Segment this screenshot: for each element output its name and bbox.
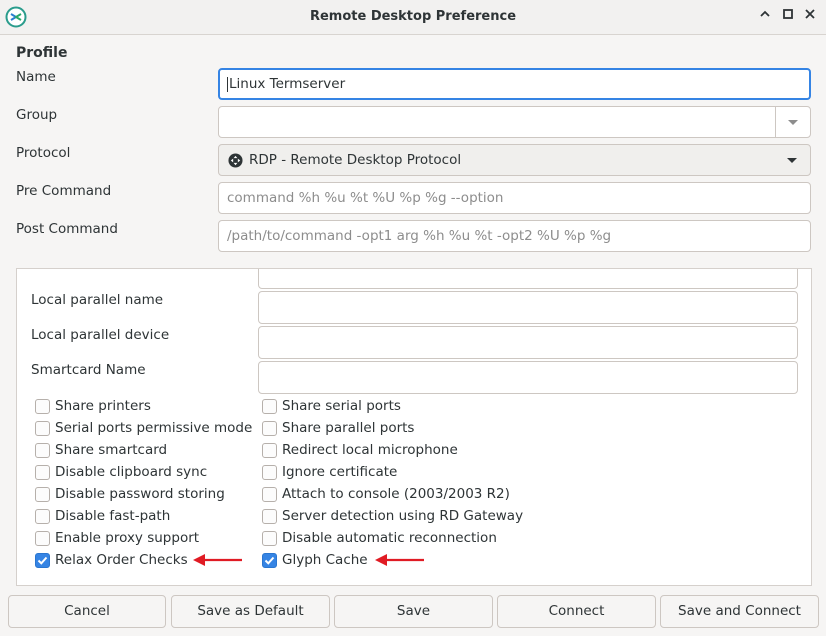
option-label: Attach to console (2003/2003 R2): [282, 486, 510, 502]
clipped-input[interactable]: [258, 269, 798, 289]
checkmark-icon: [264, 556, 275, 565]
checkbox-checked[interactable]: [262, 553, 277, 568]
title-bar: Remote Desktop Preference: [0, 0, 826, 35]
option-label: Share smartcard: [55, 442, 168, 458]
group-label: Group: [16, 107, 58, 123]
name-input-value: Linux Termserver: [229, 76, 346, 92]
protocol-dropdown[interactable]: RDP - Remote Desktop Protocol: [218, 144, 811, 176]
checkbox-checked[interactable]: [35, 553, 50, 568]
window-title: Remote Desktop Preference: [309, 9, 517, 24]
protocol-label: Protocol: [16, 145, 71, 161]
smartcard-name-label: Smartcard Name: [31, 362, 146, 378]
checkbox[interactable]: [35, 465, 50, 480]
protocol-dropdown-value: RDP - Remote Desktop Protocol: [249, 152, 462, 168]
chevron-down-icon: [788, 120, 798, 125]
connect-button[interactable]: Connect: [497, 595, 656, 628]
checkbox[interactable]: [262, 487, 277, 502]
close-icon[interactable]: [801, 8, 819, 26]
name-label: Name: [16, 69, 56, 85]
pre-command-input[interactable]: command %h %u %t %U %p %g --option: [218, 182, 811, 214]
option-label: Disable password storing: [55, 486, 225, 502]
group-dropdown-button[interactable]: [775, 107, 810, 137]
maximize-icon[interactable]: [779, 8, 797, 26]
option-label: Server detection using RD Gateway: [282, 508, 524, 524]
minimize-icon[interactable]: [756, 8, 774, 26]
checkbox[interactable]: [262, 465, 277, 480]
annotation-arrow-icon: [375, 554, 424, 566]
option-label: Glyph Cache: [282, 552, 368, 568]
option-label: Disable clipboard sync: [55, 464, 208, 480]
pre-command-label: Pre Command: [16, 183, 112, 199]
cancel-button[interactable]: Cancel: [8, 595, 166, 628]
option-label: Redirect local microphone: [282, 442, 458, 458]
option-label: Serial ports permissive mode: [55, 420, 253, 436]
checkmark-icon: [37, 556, 48, 565]
post-command-label: Post Command: [16, 221, 118, 237]
checkbox[interactable]: [35, 487, 50, 502]
option-label: Share parallel ports: [282, 420, 415, 436]
checkbox[interactable]: [35, 399, 50, 414]
option-label: Disable fast-path: [55, 508, 171, 524]
pre-command-placeholder: command %h %u %t %U %p %g --option: [227, 190, 504, 206]
save-and-connect-button[interactable]: Save and Connect: [660, 595, 819, 628]
chevron-down-icon: [787, 158, 797, 163]
checkbox[interactable]: [35, 443, 50, 458]
option-label: Share printers: [55, 398, 151, 414]
checkbox[interactable]: [35, 509, 50, 524]
name-input[interactable]: Linux Termserver: [218, 68, 811, 100]
option-label: Ignore certificate: [282, 464, 398, 480]
profile-section-title: Profile: [16, 45, 68, 61]
local-parallel-device-label: Local parallel device: [31, 327, 170, 343]
post-command-input[interactable]: /path/to/command -opt1 arg %h %u %t -opt…: [218, 220, 811, 252]
checkbox[interactable]: [35, 421, 50, 436]
option-label: Relax Order Checks: [55, 552, 188, 568]
annotation-arrow-icon: [193, 554, 242, 566]
local-parallel-device-input[interactable]: [258, 326, 798, 359]
rdp-protocol-icon: [228, 153, 243, 168]
local-parallel-name-label: Local parallel name: [31, 292, 164, 308]
save-as-default-button[interactable]: Save as Default: [171, 595, 330, 628]
group-combobox[interactable]: [218, 106, 811, 138]
checkbox[interactable]: [262, 531, 277, 546]
checkbox[interactable]: [35, 531, 50, 546]
checkbox[interactable]: [262, 509, 277, 524]
local-parallel-name-input[interactable]: [258, 291, 798, 324]
checkbox[interactable]: [262, 443, 277, 458]
option-label: Disable automatic reconnection: [282, 530, 497, 546]
checkbox[interactable]: [262, 421, 277, 436]
advanced-settings-panel[interactable]: Local parallel name Local parallel devic…: [16, 268, 812, 586]
checkbox[interactable]: [262, 399, 277, 414]
post-command-placeholder: /path/to/command -opt1 arg %h %u %t -opt…: [227, 228, 612, 244]
option-label: Share serial ports: [282, 398, 401, 414]
save-button[interactable]: Save: [334, 595, 493, 628]
smartcard-name-input[interactable]: [258, 361, 798, 394]
option-label: Enable proxy support: [55, 530, 200, 546]
